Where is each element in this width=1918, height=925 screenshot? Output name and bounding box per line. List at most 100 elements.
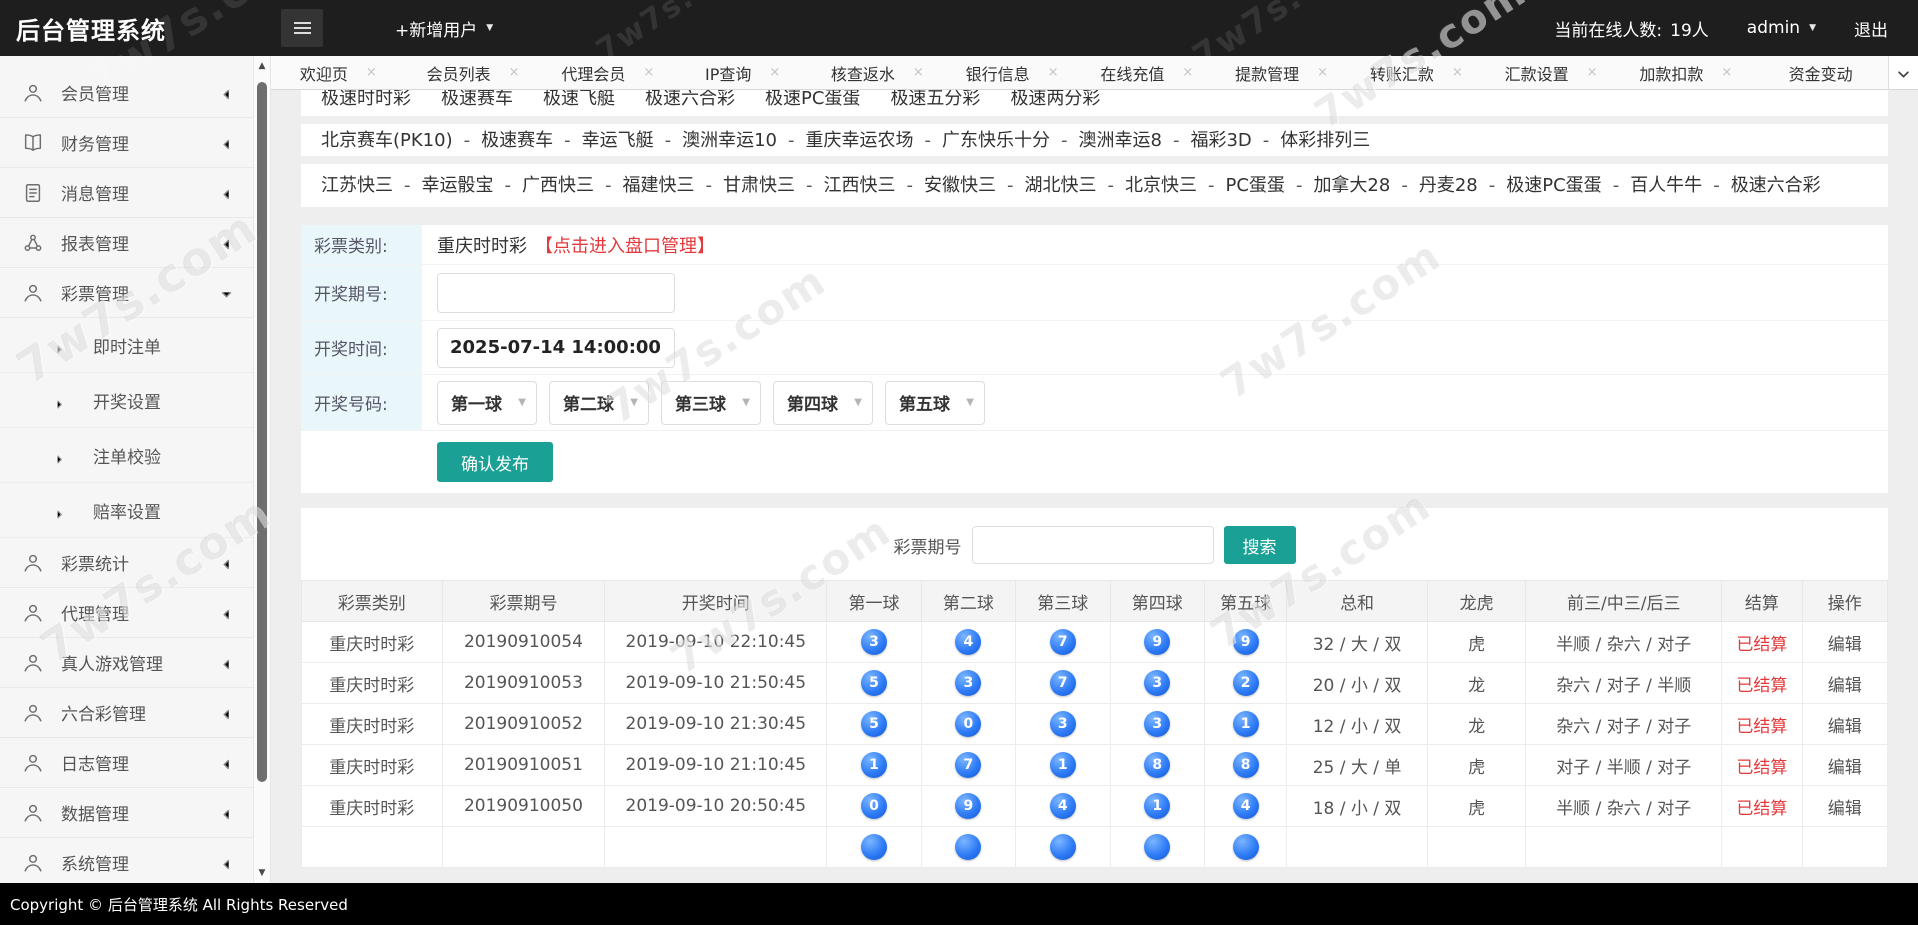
sidebar-item-财务管理[interactable]: 财务管理 [0, 118, 253, 168]
lottery-link-北京赛车(PK10)[interactable]: 北京赛车(PK10) [321, 130, 453, 151]
tab-close-icon[interactable]: × [913, 65, 924, 80]
tab-close-icon[interactable]: × [1317, 65, 1328, 80]
draw-time-input[interactable] [437, 328, 675, 368]
search-button[interactable]: 搜索 [1224, 526, 1296, 564]
lottery-link-澳洲幸运10[interactable]: 澳洲幸运10 [682, 130, 777, 151]
edit-link[interactable]: 编辑 [1828, 758, 1862, 778]
pan-kou-manage-link[interactable]: 【点击进入盘口管理】 [535, 232, 715, 258]
lottery-link-广西快三[interactable]: 广西快三 [522, 175, 594, 196]
sidebar-subitem-赔率设置[interactable]: 赔率设置 [0, 483, 253, 538]
lottery-ball: 3 [955, 670, 981, 696]
ball-select-第五球[interactable]: 第五球▼ [885, 381, 985, 425]
new-user-dropdown[interactable]: +新增用户 ▼ [395, 16, 493, 41]
tab-close-icon[interactable]: × [509, 65, 520, 80]
sidebar-item-代理管理[interactable]: 代理管理 [0, 588, 253, 638]
ball-select-第四球[interactable]: 第四球▼ [773, 381, 873, 425]
lottery-link-极速赛车[interactable]: 极速赛车 [441, 90, 513, 109]
cell-ball: 7 [921, 745, 1015, 786]
tab-提款管理[interactable]: 提款管理× [1214, 56, 1349, 89]
confirm-publish-button[interactable]: 确认发布 [437, 442, 553, 482]
scroll-up-arrow-icon[interactable]: ▲ [254, 61, 270, 71]
content-scrollbar[interactable]: ▲ ▼ [253, 56, 271, 883]
tab-会员列表[interactable]: 会员列表× [406, 56, 541, 89]
lottery-link-极速PC蛋蛋[interactable]: 极速PC蛋蛋 [765, 90, 860, 109]
tab-list-dropdown[interactable] [1888, 56, 1918, 89]
tab-汇款设置[interactable]: 汇款设置 × [1484, 56, 1619, 89]
sidebar-item-彩票管理[interactable]: 彩票管理 [0, 268, 253, 318]
lottery-link-湖北快三[interactable]: 湖北快三 [1025, 175, 1097, 196]
lottery-link-江苏快三[interactable]: 江苏快三 [321, 175, 393, 196]
lottery-link-极速PC蛋蛋[interactable]: 极速PC蛋蛋 [1506, 175, 1601, 196]
lottery-link-极速六合彩[interactable]: 极速六合彩 [1731, 175, 1821, 196]
tab-资金变动[interactable]: 资金变动 [1753, 56, 1888, 89]
lottery-link-体彩排列三[interactable]: 体彩排列三 [1280, 130, 1370, 151]
lottery-link-甘肃快三[interactable]: 甘肃快三 [723, 175, 795, 196]
scrollbar-thumb[interactable] [257, 82, 267, 782]
tab-close-icon[interactable]: × [1587, 65, 1598, 80]
tab-close-icon[interactable]: × [1182, 65, 1193, 80]
ball-select-第三球[interactable]: 第三球▼ [661, 381, 761, 425]
online-count-label: 当前在线人数: [1554, 16, 1662, 41]
lottery-link-幸运骰宝[interactable]: 幸运骰宝 [422, 175, 494, 196]
tab-close-icon[interactable]: × [769, 65, 780, 80]
lottery-nav-clipped-panel: 极速时时彩 极速赛车 极速飞艇 极速六合彩 极速PC蛋蛋 极速五分彩 极速两分彩 [301, 90, 1888, 116]
sidebar-item-日志管理[interactable]: 日志管理 [0, 738, 253, 788]
lottery-link-极速飞艇[interactable]: 极速飞艇 [543, 90, 615, 109]
tab-代理会员[interactable]: 代理会员× [541, 56, 676, 89]
ball-select-第一球[interactable]: 第一球▼ [437, 381, 537, 425]
tab-close-icon[interactable]: × [643, 65, 654, 80]
sidebar-subitem-开奖设置[interactable]: 开奖设置 [0, 373, 253, 428]
lottery-link-PC蛋蛋[interactable]: PC蛋蛋 [1226, 175, 1285, 196]
period-search-input[interactable] [972, 526, 1214, 564]
admin-dropdown[interactable]: admin ▼ [1747, 18, 1816, 38]
sidebar-item-会员管理[interactable]: 会员管理 [0, 68, 253, 118]
sidebar-item-彩票统计[interactable]: 彩票统计 [0, 538, 253, 588]
edit-link[interactable]: 编辑 [1828, 717, 1862, 737]
scroll-down-arrow-icon[interactable]: ▼ [254, 868, 270, 878]
tab-在线充值[interactable]: 在线充值× [1080, 56, 1215, 89]
lottery-link-广东快乐十分[interactable]: 广东快乐十分 [942, 130, 1050, 151]
lottery-link-澳洲幸运8[interactable]: 澳洲幸运8 [1079, 130, 1162, 151]
sidebar-item-报表管理[interactable]: 报表管理 [0, 218, 253, 268]
lottery-link-重庆幸运农场[interactable]: 重庆幸运农场 [806, 130, 914, 151]
lottery-link-江西快三[interactable]: 江西快三 [824, 175, 896, 196]
tab-close-icon[interactable]: × [1721, 65, 1732, 80]
tab-close-icon[interactable]: × [366, 65, 377, 80]
sidebar-item-消息管理[interactable]: 消息管理 [0, 168, 253, 218]
tab-银行信息[interactable]: 银行信息× [945, 56, 1080, 89]
lottery-link-加拿大28[interactable]: 加拿大28 [1313, 175, 1390, 196]
lottery-link-丹麦28[interactable]: 丹麦28 [1419, 175, 1478, 196]
edit-link[interactable]: 编辑 [1828, 799, 1862, 819]
tab-转账汇款[interactable]: 转账汇款× [1349, 56, 1484, 89]
edit-link[interactable]: 编辑 [1828, 676, 1862, 696]
sidebar-item-数据管理[interactable]: 数据管理 [0, 788, 253, 838]
tab-label: 汇款设置 [1505, 61, 1569, 85]
ball-select-第二球[interactable]: 第二球▼ [549, 381, 649, 425]
sidebar-item-六合彩管理[interactable]: 六合彩管理 [0, 688, 253, 738]
lottery-link-极速六合彩[interactable]: 极速六合彩 [645, 90, 735, 109]
logout-button[interactable]: 退出 [1854, 16, 1888, 41]
tab-IP查询[interactable]: IP查询× [675, 56, 810, 89]
edit-link[interactable]: 编辑 [1828, 635, 1862, 655]
lottery-link-极速赛车[interactable]: 极速赛车 [481, 130, 553, 151]
tab-close-icon[interactable]: × [1048, 65, 1059, 80]
lottery-link-百人牛牛[interactable]: 百人牛牛 [1630, 175, 1702, 196]
lottery-link-北京快三[interactable]: 北京快三 [1125, 175, 1197, 196]
sidebar-item-真人游戏管理[interactable]: 真人游戏管理 [0, 638, 253, 688]
tab-核查返水[interactable]: 核查返水× [810, 56, 945, 89]
lottery-link-极速时时彩[interactable]: 极速时时彩 [321, 90, 411, 109]
sidebar-subitem-注单校验[interactable]: 注单校验 [0, 428, 253, 483]
lottery-link-极速五分彩[interactable]: 极速五分彩 [890, 90, 980, 109]
lottery-link-极速两分彩[interactable]: 极速两分彩 [1010, 90, 1100, 109]
issue-number-input[interactable] [437, 273, 675, 313]
tab-加款扣款[interactable]: 加款扣款× [1619, 56, 1754, 89]
sidebar-item-系统管理[interactable]: 系统管理 [0, 838, 253, 883]
lottery-link-福彩3D[interactable]: 福彩3D [1190, 130, 1251, 151]
tab-欢迎页[interactable]: 欢迎页× [271, 56, 406, 89]
lottery-link-幸运飞艇[interactable]: 幸运飞艇 [582, 130, 654, 151]
lottery-link-福建快三[interactable]: 福建快三 [623, 175, 695, 196]
tab-close-icon[interactable]: × [1452, 65, 1463, 80]
sidebar-subitem-即时注单[interactable]: 即时注单 [0, 318, 253, 373]
sidebar-toggle-button[interactable] [281, 9, 323, 47]
lottery-link-安徽快三[interactable]: 安徽快三 [924, 175, 996, 196]
